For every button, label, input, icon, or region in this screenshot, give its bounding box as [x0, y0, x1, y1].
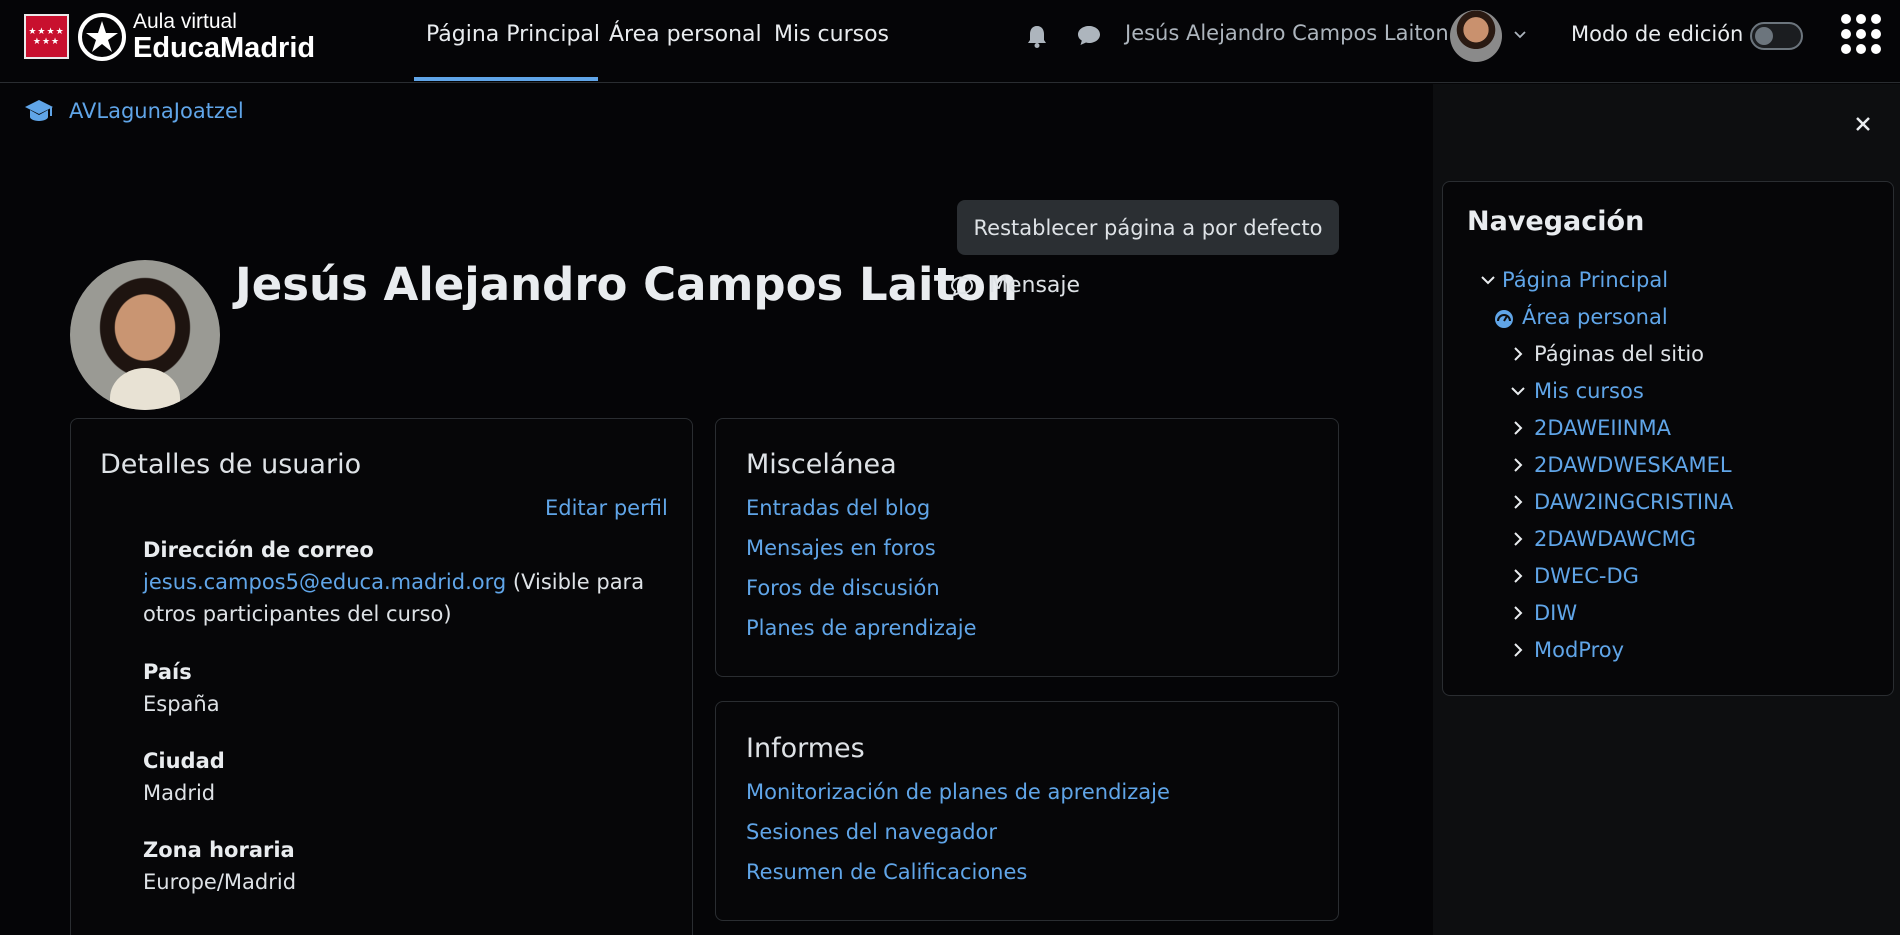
apps-grid-icon[interactable] — [1841, 14, 1881, 54]
user-avatar[interactable] — [1450, 10, 1502, 62]
educamadrid-star-icon[interactable] — [77, 12, 127, 62]
browser-sessions-link[interactable]: Sesiones del navegador — [746, 820, 997, 844]
grades-overview-link[interactable]: Resumen de Calificaciones — [746, 860, 1027, 884]
navigation-title: Navegación — [1467, 206, 1645, 237]
email-link[interactable]: jesus.campos5@educa.madrid.org — [143, 570, 506, 594]
dashboard-icon — [1495, 310, 1513, 328]
tree-home[interactable]: Página Principal — [1502, 268, 1668, 292]
user-menu-name[interactable]: Jesús Alejandro Campos Laiton — [1125, 21, 1449, 45]
country-label: País — [143, 660, 192, 684]
chat-icon[interactable] — [1077, 24, 1101, 46]
nav-home[interactable]: Página Principal — [426, 22, 600, 47]
chevron-right-icon[interactable] — [1510, 346, 1526, 362]
bell-icon[interactable] — [1026, 24, 1048, 48]
chevron-right-icon[interactable] — [1510, 605, 1526, 621]
timezone-label: Zona horaria — [143, 838, 295, 862]
chevron-right-icon[interactable] — [1510, 420, 1526, 436]
message-link[interactable]: Mensaje — [989, 273, 1080, 298]
tree-course-item[interactable]: DWEC-DG — [1534, 564, 1639, 588]
misc-title: Miscelánea — [746, 449, 897, 480]
blog-entries-link[interactable]: Entradas del blog — [746, 496, 930, 520]
nav-my-courses[interactable]: Mis cursos — [774, 22, 889, 47]
plan-monitoring-link[interactable]: Monitorización de planes de aprendizaje — [746, 780, 1170, 804]
profile-avatar — [70, 260, 220, 410]
chevron-right-icon[interactable] — [1510, 642, 1526, 658]
nav-active-indicator — [414, 77, 598, 81]
country-value: España — [143, 692, 220, 716]
learning-plans-link[interactable]: Planes de aprendizaje — [746, 616, 977, 640]
edit-profile-link[interactable]: Editar perfil — [545, 496, 668, 520]
tree-course-item[interactable]: 2DAWDWESKAMEL — [1534, 453, 1732, 477]
chevron-right-icon[interactable] — [1510, 457, 1526, 473]
tree-course-item[interactable]: DAW2INGCRISTINA — [1534, 490, 1733, 514]
chevron-down-icon[interactable] — [1510, 383, 1526, 399]
forum-discussions-link[interactable]: Foros de discusión — [746, 576, 940, 600]
forum-posts-link[interactable]: Mensajes en foros — [746, 536, 936, 560]
breadcrumb-site[interactable]: AVLagunaJoatzel — [69, 99, 244, 123]
tree-dashboard[interactable]: Área personal — [1522, 305, 1668, 329]
tree-course-item[interactable]: ModProy — [1534, 638, 1624, 662]
city-value: Madrid — [143, 781, 216, 805]
profile-name: Jesús Alejandro Campos Laiton — [235, 258, 1018, 311]
tree-course-item[interactable]: 2DAWEIINMA — [1534, 416, 1671, 440]
reports-title: Informes — [746, 733, 865, 764]
edit-mode-label: Modo de edición — [1571, 22, 1744, 46]
flag-stars: ★★★★ ★★★ — [28, 26, 65, 47]
user-details-title: Detalles de usuario — [100, 449, 362, 480]
chevron-right-icon[interactable] — [1510, 568, 1526, 584]
chevron-right-icon[interactable] — [1510, 494, 1526, 510]
tree-course-item[interactable]: DIW — [1534, 601, 1577, 625]
email-value-row: jesus.campos5@educa.madrid.org (Visible … — [143, 566, 644, 630]
chevron-right-icon[interactable] — [1510, 531, 1526, 547]
graduation-cap-icon — [25, 100, 53, 121]
close-icon[interactable] — [1853, 114, 1873, 134]
chevron-down-icon[interactable] — [1513, 28, 1527, 42]
email-visibility-note-2: otros participantes del curso) — [143, 602, 452, 626]
email-label: Dirección de correo — [143, 538, 374, 562]
logo-title[interactable]: EducaMadrid — [133, 32, 315, 65]
timezone-value: Europe/Madrid — [143, 870, 297, 894]
tree-course-item[interactable]: 2DAWDAWCMG — [1534, 527, 1696, 551]
chevron-down-icon[interactable] — [1480, 272, 1496, 288]
logo-subtitle: Aula virtual — [133, 10, 237, 33]
madrid-flag-logo[interactable]: ★★★★ ★★★ — [24, 14, 69, 59]
tree-my-courses[interactable]: Mis cursos — [1534, 379, 1644, 403]
top-navbar: ★★★★ ★★★ Aula virtual EducaMadrid Página… — [0, 0, 1900, 83]
edit-mode-toggle[interactable] — [1750, 22, 1803, 50]
city-label: Ciudad — [143, 749, 225, 773]
tree-site-pages[interactable]: Páginas del sitio — [1534, 342, 1704, 366]
reset-page-button[interactable]: Restablecer página a por defecto — [957, 200, 1339, 255]
message-icon[interactable] — [950, 275, 974, 297]
email-visibility-note: (Visible para — [512, 570, 645, 594]
nav-dashboard[interactable]: Área personal — [609, 22, 762, 47]
